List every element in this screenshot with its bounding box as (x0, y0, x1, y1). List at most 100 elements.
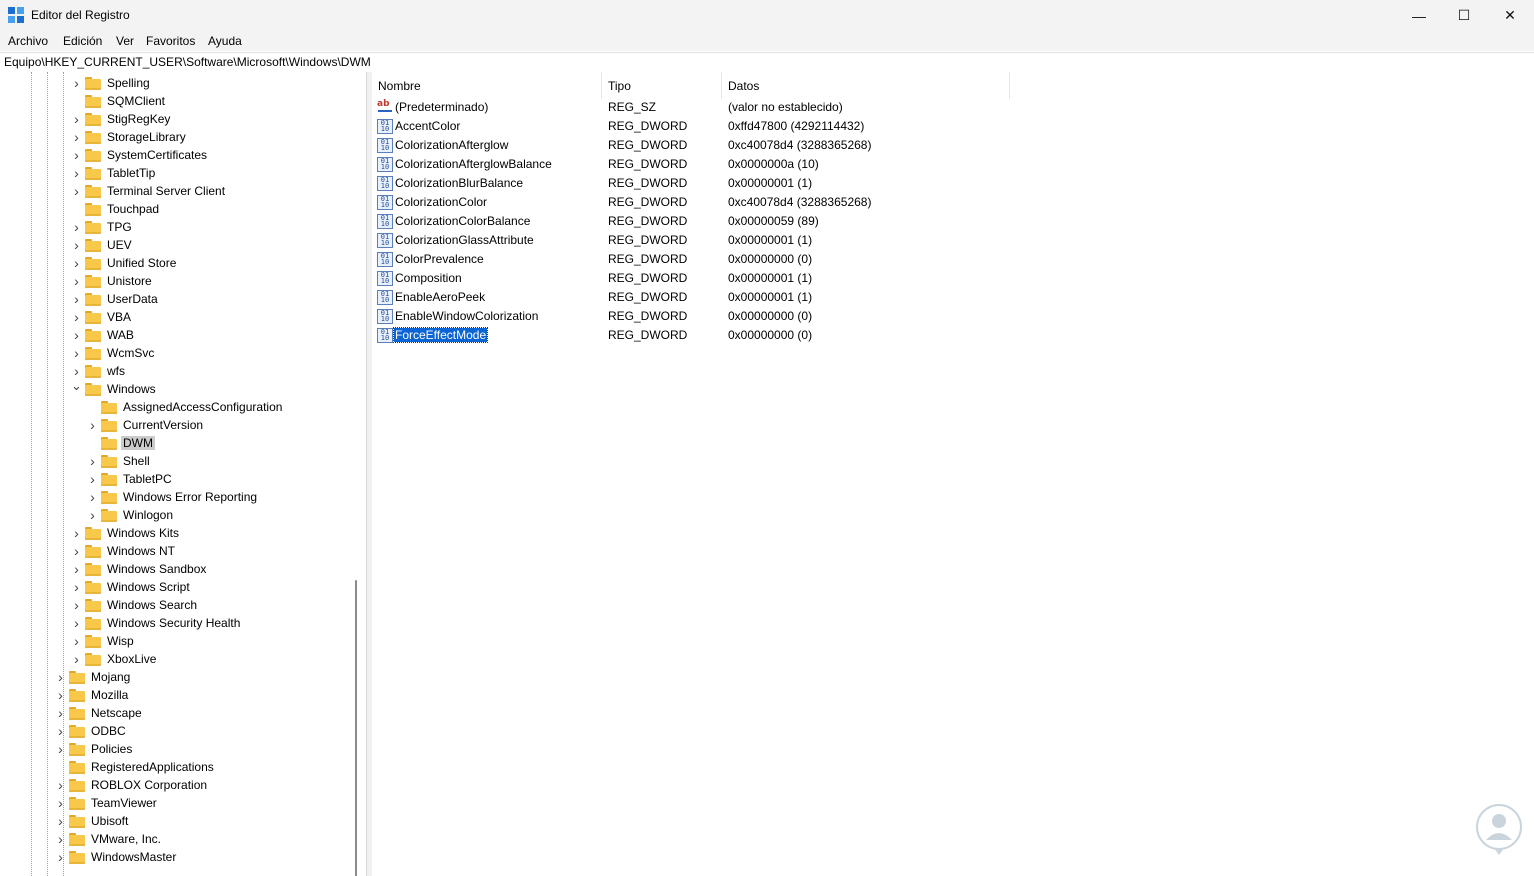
address-path[interactable]: Equipo\HKEY_CURRENT_USER\Software\Micros… (4, 55, 371, 69)
tree-item[interactable]: › Windows Error Reporting (0, 488, 350, 506)
chevron-right-icon[interactable]: › (71, 526, 82, 540)
tree-item[interactable]: › TeamViewer (0, 794, 350, 812)
tree-item[interactable]: › Unistore (0, 272, 350, 290)
values-list[interactable]: Nombre Tipo Datos ab (Predeterminado) REG_… (372, 72, 1534, 876)
chevron-right-icon[interactable]: › (71, 328, 82, 342)
tree-item[interactable]: › SystemCertificates (0, 146, 350, 164)
tree-item[interactable]: DWM (0, 434, 350, 452)
chevron-right-icon[interactable]: › (71, 346, 82, 360)
value-row[interactable]: 01 10 ColorizationGlassAttribute REG_DWORD 0… (372, 231, 1532, 250)
chevron-right-icon[interactable]: › (55, 796, 66, 810)
value-row[interactable]: 01 10 ColorizationBlurBalance REG_DWORD 0x00… (372, 174, 1532, 193)
close-button[interactable]: ✕ (1487, 0, 1533, 31)
tree-item[interactable]: › Ubisoft (0, 812, 350, 830)
chevron-right-icon[interactable]: › (71, 238, 82, 252)
chevron-right-icon[interactable]: › (71, 148, 82, 162)
value-row[interactable]: 01 10 EnableAeroPeek REG_DWORD 0x00000001 (1… (372, 288, 1532, 307)
tree-item[interactable]: › Winlogon (0, 506, 350, 524)
tree-item[interactable]: › XboxLive (0, 650, 350, 668)
tree-item[interactable]: › Mojang (0, 668, 350, 686)
chevron-right-icon[interactable]: › (55, 724, 66, 738)
tree-item[interactable]: ⌄ Windows (0, 379, 350, 398)
tree-item[interactable]: › WcmSvc (0, 344, 350, 362)
chevron-right-icon[interactable]: › (71, 580, 82, 594)
chevron-right-icon[interactable]: › (71, 634, 82, 648)
column-header-data[interactable]: Datos (722, 72, 1010, 99)
tree-item[interactable]: › ROBLOX Corporation (0, 776, 350, 794)
menu-archivo[interactable]: Archivo (8, 34, 48, 48)
value-row[interactable]: 01 10 ColorizationAfterglow REG_DWORD 0xc400… (372, 136, 1532, 155)
tree-item[interactable]: › Windows Script (0, 578, 350, 596)
chevron-right-icon[interactable]: › (55, 706, 66, 720)
chevron-right-icon[interactable]: › (55, 778, 66, 792)
tree-item[interactable]: › WindowsMaster (0, 848, 350, 866)
chevron-right-icon[interactable]: › (71, 598, 82, 612)
tree-item[interactable]: › wfs (0, 362, 350, 380)
tree-item[interactable]: AssignedAccessConfiguration (0, 398, 350, 416)
chevron-right-icon[interactable]: › (87, 454, 98, 468)
value-row[interactable]: 01 10 ColorizationColor REG_DWORD 0xc40078d4… (372, 193, 1532, 212)
chevron-right-icon[interactable]: › (71, 310, 82, 324)
chevron-right-icon[interactable]: › (71, 76, 82, 90)
tree-item[interactable]: › UEV (0, 236, 350, 254)
chevron-right-icon[interactable]: › (87, 490, 98, 504)
chevron-right-icon[interactable]: › (55, 670, 66, 684)
tree-item[interactable]: › Shell (0, 452, 350, 470)
chevron-right-icon[interactable]: › (71, 274, 82, 288)
menu-ayuda[interactable]: Ayuda (208, 34, 242, 48)
tree-item[interactable]: › Windows Kits (0, 524, 350, 542)
menu-ver[interactable]: Ver (116, 34, 134, 48)
value-row[interactable]: 01 10 EnableWindowColorization REG_DWORD 0x0… (372, 307, 1532, 326)
tree-item[interactable]: › Windows Sandbox (0, 560, 350, 578)
chevron-right-icon[interactable]: › (55, 688, 66, 702)
maximize-button[interactable]: ☐ (1441, 0, 1487, 31)
tree-item[interactable]: › TabletTip (0, 164, 350, 182)
chevron-right-icon[interactable]: › (55, 742, 66, 756)
value-row[interactable]: 01 10 AccentColor REG_DWORD 0xffd47800 (4292… (372, 117, 1532, 136)
address-bar[interactable]: Equipo\HKEY_CURRENT_USER\Software\Micros… (0, 52, 1534, 73)
tree-item[interactable]: › Netscape (0, 704, 350, 722)
tree-scrollbar[interactable] (355, 580, 357, 876)
tree-item[interactable]: › CurrentVersion (0, 416, 350, 434)
tree-item[interactable]: › StigRegKey (0, 110, 350, 128)
menu-favoritos[interactable]: Favoritos (146, 34, 195, 48)
tree-item[interactable]: › ODBC (0, 722, 350, 740)
chevron-right-icon[interactable]: › (71, 220, 82, 234)
tree-item[interactable]: › Unified Store (0, 254, 350, 272)
value-row[interactable]: 01 10 ColorizationColorBalance REG_DWORD 0x0… (372, 212, 1532, 231)
tree-item[interactable]: › Mozilla (0, 686, 350, 704)
chevron-right-icon[interactable]: › (71, 166, 82, 180)
chevron-right-icon[interactable]: › (71, 112, 82, 126)
chevron-right-icon[interactable]: › (55, 850, 66, 864)
tree-item[interactable]: › UserData (0, 290, 350, 308)
tree-item[interactable]: › Spelling (0, 74, 350, 92)
chevron-right-icon[interactable]: › (87, 508, 98, 522)
tree-item[interactable]: › TPG (0, 218, 350, 236)
value-row[interactable]: ab (Predeterminado) REG_SZ (valor no establ… (372, 98, 1532, 117)
chevron-right-icon[interactable]: › (71, 616, 82, 630)
value-row[interactable]: 01 10 Composition REG_DWORD 0x00000001 (1) (372, 269, 1532, 288)
tree-item[interactable]: › VBA (0, 308, 350, 326)
tree-item[interactable]: Touchpad (0, 200, 350, 218)
tree-item[interactable]: SQMClient (0, 92, 350, 110)
chevron-right-icon[interactable]: › (87, 418, 98, 432)
value-row[interactable]: 01 10 ColorPrevalence REG_DWORD 0x00000000 (… (372, 250, 1532, 269)
chevron-right-icon[interactable]: › (71, 256, 82, 270)
value-row[interactable]: 01 10 ColorizationAfterglowBalance REG_DWOR… (372, 155, 1532, 174)
tree-item[interactable]: › Terminal Server Client (0, 182, 350, 200)
menu-edicion[interactable]: Edición (63, 34, 102, 48)
column-header-type[interactable]: Tipo (602, 72, 722, 99)
chevron-right-icon[interactable]: › (71, 364, 82, 378)
chevron-right-icon[interactable]: › (87, 472, 98, 486)
chevron-right-icon[interactable]: › (71, 130, 82, 144)
tree-item[interactable]: › Windows Search (0, 596, 350, 614)
tree-item[interactable]: › Wisp (0, 632, 350, 650)
minimize-button[interactable]: — (1396, 0, 1442, 31)
chevron-right-icon[interactable]: › (71, 652, 82, 666)
tree-item[interactable]: › StorageLibrary (0, 128, 350, 146)
chevron-right-icon[interactable]: › (71, 562, 82, 576)
tree-item[interactable]: › Policies (0, 740, 350, 758)
column-header-name[interactable]: Nombre (372, 72, 602, 99)
tree-item[interactable]: › VMware, Inc. (0, 830, 350, 848)
chevron-down-icon[interactable]: ⌄ (71, 379, 82, 392)
